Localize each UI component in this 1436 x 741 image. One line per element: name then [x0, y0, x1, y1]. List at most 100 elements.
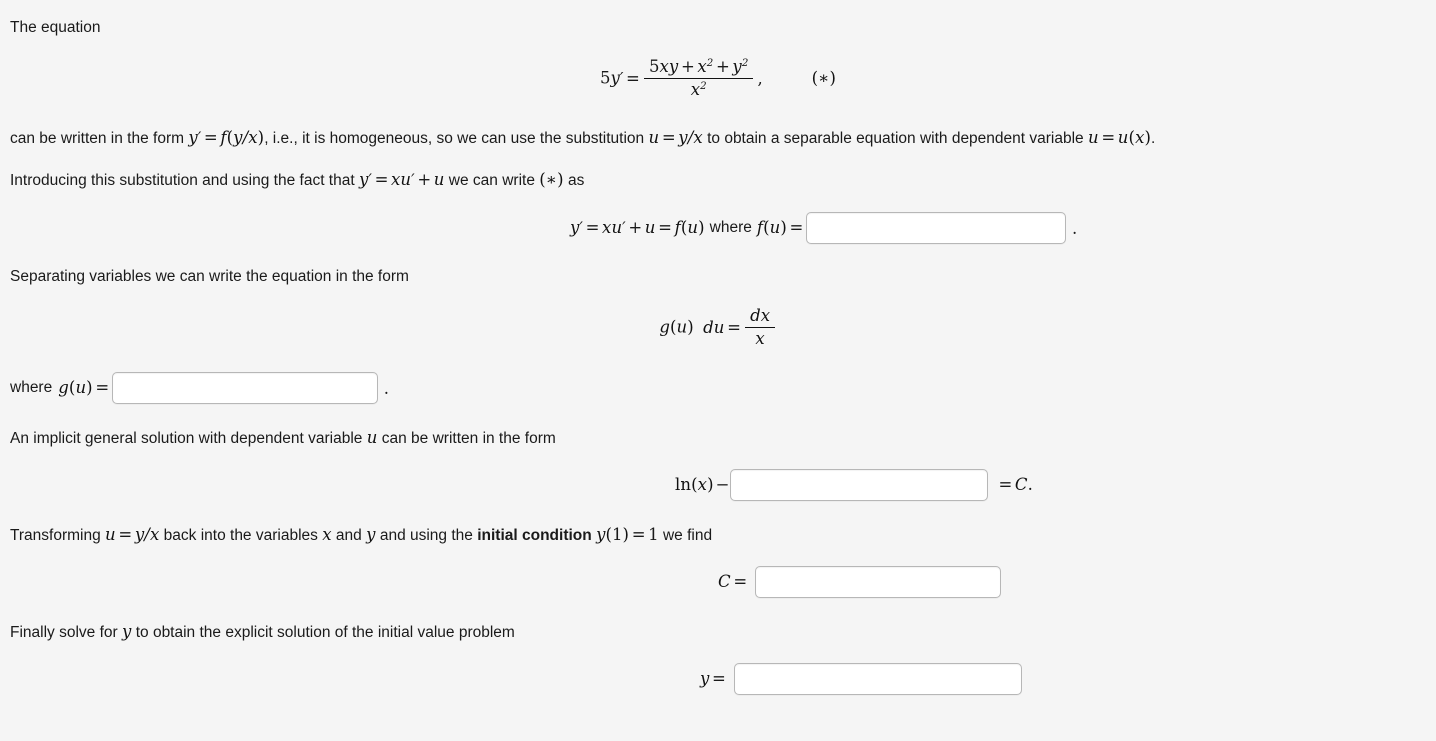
finally-text-2: to obtain the explicit solution of the i… — [131, 624, 515, 641]
trans-text-3: and — [331, 527, 367, 544]
sep-g: g — [659, 317, 670, 337]
separating-text: Separating variables we can write the eq… — [10, 268, 409, 285]
hom-text-3: to obtain a separable equation with depe… — [702, 130, 1088, 147]
answer-input-g-of-u[interactable] — [111, 372, 378, 404]
hom-text-2: , i.e., it is homogeneous, so we can use… — [264, 130, 649, 147]
paragraph-finally: Finally solve for y to obtain the explic… — [10, 622, 515, 643]
sep-frac-top: dx — [745, 306, 775, 329]
row-explicit-y: y = — [700, 663, 1022, 695]
hom-y: y — [188, 128, 198, 147]
sub-u2: u — [433, 170, 445, 189]
fraction-numerator: 5xy + x2 + y2 — [644, 57, 753, 80]
sep-close: ) — [687, 317, 694, 337]
implicit-u: u — [366, 428, 378, 447]
yval-equals: = — [712, 668, 726, 688]
sep-frac-bottom: x — [745, 328, 774, 349]
trans-x: x — [149, 525, 160, 544]
fu-u: u — [611, 217, 623, 237]
sub-text-2: we can write — [444, 172, 540, 189]
hom-ux: u — [1117, 128, 1129, 147]
trans-y: y — [134, 525, 145, 544]
paragraph-implicit: An implicit general solution with depend… — [10, 428, 556, 449]
impl-ln: ln — [675, 474, 692, 494]
impl-C: C — [1014, 474, 1028, 494]
sep-equals: = — [727, 317, 741, 337]
trans-text-2: back into the variables — [159, 527, 323, 544]
trans-bold-initial-condition: initial condition — [477, 527, 592, 544]
impl-equals: = — [998, 474, 1013, 494]
sep-u: u — [676, 317, 688, 337]
paragraph-separating: Separating variables we can write the eq… — [10, 267, 409, 286]
paragraph-homogeneous: can be written in the form y′ = f(y/x), i.… — [10, 128, 1155, 149]
fu-x: x — [602, 217, 612, 237]
row-implicit-solution: ln(x) − = C. — [675, 469, 1033, 501]
impl-minus: − — [715, 474, 730, 494]
den-x: x — [690, 80, 701, 100]
fu-where-label: where — [709, 219, 752, 236]
answer-input-constant-C[interactable] — [755, 566, 1002, 598]
sep-den-x: x — [755, 329, 765, 349]
sub-text-1: Introducing this substitution and using … — [10, 172, 359, 189]
implicit-text-1: An implicit general solution with depend… — [10, 430, 367, 447]
trans-ic-equals: = — [631, 525, 646, 544]
answer-input-f-of-u[interactable] — [805, 212, 1066, 244]
hom-sub-x: x — [693, 128, 703, 147]
gu-u: u — [75, 377, 87, 397]
fu-equals-1: = — [585, 217, 600, 237]
num-y-exponent: 2 — [741, 58, 749, 70]
intro-text: The equation — [10, 18, 101, 37]
gu-period: . — [383, 378, 390, 398]
sub-plus: + — [417, 170, 432, 189]
num-xy: xy — [659, 57, 679, 77]
fu-plus: + — [628, 217, 643, 237]
fu-u2: u — [644, 217, 656, 237]
trans-x2: x — [322, 525, 332, 544]
fu-equals-3: = — [789, 217, 804, 237]
trans-ic-value: 1 — [648, 525, 659, 544]
yval-y: y — [700, 668, 710, 688]
row-constant-C: C = — [718, 566, 1002, 598]
hom-x-over: x — [248, 128, 258, 147]
finally-y: y — [121, 622, 132, 641]
implicit-text-2: can be written in the form — [377, 430, 556, 447]
fu-u3: u — [687, 217, 699, 237]
fu-y: y — [570, 217, 580, 237]
sub-y: y — [358, 170, 369, 189]
hom-y-over: y — [233, 128, 243, 147]
cval-C: C — [718, 571, 731, 591]
sub-tag-star: (∗) — [539, 170, 564, 189]
num-x: x — [697, 57, 707, 77]
answer-input-explicit-y[interactable] — [733, 663, 1022, 695]
sub-text-3: as — [563, 172, 585, 189]
trans-u: u — [105, 525, 116, 544]
gu-g: g — [58, 377, 69, 397]
num-plus-1: + — [680, 57, 695, 77]
sub-equals: = — [374, 170, 389, 189]
num-plus-2: + — [715, 57, 730, 77]
sep-num-x: x — [760, 306, 771, 326]
trans-ic-one: 1 — [612, 525, 623, 544]
equation-star-display: 5y′ = 5xy + x2 + y2 x2, (∗) — [0, 57, 1436, 101]
equation-tag-star: (∗) — [811, 68, 837, 88]
fraction-denominator: x2 — [644, 79, 753, 100]
var-y: y — [610, 68, 620, 88]
den-x-exponent: 2 — [700, 81, 707, 93]
answer-input-implicit-solution[interactable] — [730, 469, 989, 501]
gu-where-label: where — [10, 379, 53, 396]
paragraph-substitution: Introducing this substitution and using … — [10, 170, 584, 191]
hom-text-4: . — [1151, 130, 1156, 147]
hom-dep-u: u — [1087, 128, 1099, 147]
sep-d: d — [750, 306, 761, 326]
sep-du: du — [703, 317, 725, 337]
gu-equals: = — [95, 377, 110, 397]
trans-text-1: Transforming — [10, 527, 106, 544]
equation-separated-display: g(u) du = dx x — [0, 306, 1436, 350]
hom-sub-y: y — [678, 128, 688, 147]
row-define-f: y ′ = x u ′ + u = f(u) where f(u) = . — [570, 212, 1077, 244]
trans-y2: y — [366, 525, 376, 544]
fu-period: . — [1071, 218, 1078, 238]
trans-equals: = — [118, 525, 133, 544]
num-y: y — [732, 57, 742, 77]
trans-text-4: and using the — [375, 527, 478, 544]
impl-x: x — [697, 474, 708, 494]
